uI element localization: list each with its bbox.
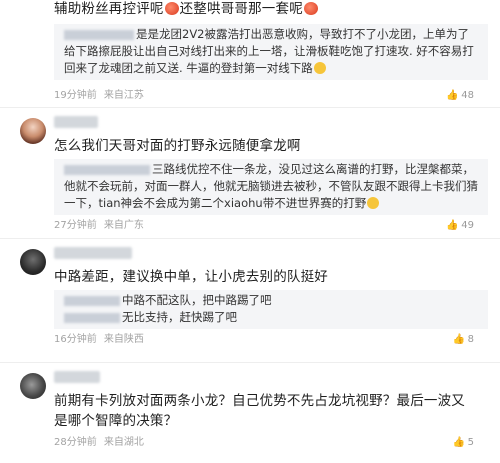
like-button[interactable]: 👍 5	[453, 435, 474, 451]
comment-time: 27分钟前	[54, 220, 97, 231]
quoted-username	[64, 312, 120, 323]
quoted-reply-line: 无比支持，赶快踢了吧	[64, 309, 480, 326]
quoted-reply[interactable]: 三路线优控不住一条龙，没见过这么离谱的打野，比涅槃都菜，他就不会玩前，对面一群人…	[54, 159, 488, 215]
comment-region: 来自广东	[103, 220, 144, 231]
thumbs-up-icon: 👍	[446, 90, 459, 101]
thumbs-up-icon: 👍	[452, 334, 466, 345]
like-button[interactable]: 👍 8	[453, 332, 474, 348]
comment-text: 辅助粉丝再控评呢 还整哄哥哥那一套呢	[54, 0, 488, 19]
avatar[interactable]	[20, 373, 46, 399]
blush-face-icon	[303, 2, 318, 15]
comment-text: 中路差距，建议换中单，让小虎去别的队挺好	[54, 269, 328, 285]
quoted-reply-line: 中路不配这队，把中路踢了吧	[64, 292, 480, 309]
like-button[interactable]: 👍 49	[446, 218, 474, 234]
comment-item: 前期有卡列放对面两条小龙？自己优势不先占龙坑视野？最后一波又是哪个智障的决策？ …	[0, 363, 500, 463]
blush-face-icon	[164, 2, 179, 15]
comment-text-part: 辅助粉丝再控评呢	[54, 1, 164, 17]
comment-username[interactable]	[54, 371, 100, 383]
like-count: 49	[461, 220, 474, 231]
like-button[interactable]: 👍 48	[446, 88, 474, 104]
comment-username[interactable]	[54, 116, 98, 128]
quoted-reply-text: 无比支持，赶快踢了吧	[122, 310, 237, 324]
comment-text: 怎么我们天哥对面的打野永远随便拿龙啊	[54, 138, 301, 154]
quoted-username	[64, 29, 134, 40]
comment-time: 28分钟前	[54, 437, 97, 448]
thumbs-up-icon: 👍	[452, 437, 466, 448]
comment-item: 怎么我们天哥对面的打野永远随便拿龙啊 三路线优控不住一条龙，没见过这么离谱的打野…	[0, 108, 500, 239]
comment-meta: 19分钟前 来自江苏 👍 48	[54, 88, 488, 104]
comment-meta: 27分钟前 来自广东 👍 49	[54, 218, 488, 234]
comment-text-part: 还整哄哥哥那一套呢	[179, 1, 303, 17]
comment-meta: 16分钟前 来自陕西 👍 8	[54, 332, 488, 348]
quoted-username	[64, 164, 150, 175]
quoted-reply[interactable]: 是是龙团2V2被露浩打出恶意收购，导致打不了小龙团，上单为了给下路擦屁股让出自己…	[54, 24, 488, 80]
comment-text: 前期有卡列放对面两条小龙？自己优势不先占龙坑视野？最后一波又是哪个智障的决策？	[54, 393, 465, 429]
grin-face-icon	[367, 197, 380, 209]
quoted-reply[interactable]: 中路不配这队，把中路踢了吧 无比支持，赶快踢了吧	[54, 290, 488, 329]
comment-region: 来自陕西	[103, 334, 144, 345]
avatar[interactable]	[20, 118, 46, 144]
comment-username[interactable]	[54, 247, 132, 259]
comment-region: 来自江苏	[103, 90, 144, 101]
comment-time: 19分钟前	[54, 90, 97, 101]
like-count: 5	[467, 437, 474, 448]
comment-item: 辅助粉丝再控评呢 还整哄哥哥那一套呢 是是龙团2V2被露浩打出恶意收购，导致打不了…	[0, 0, 500, 108]
like-count: 48	[461, 90, 474, 101]
avatar[interactable]	[20, 249, 46, 275]
thumbs-up-icon: 👍	[446, 220, 459, 231]
comment-time: 16分钟前	[54, 334, 97, 345]
quoted-username	[64, 295, 120, 306]
comment-region: 来自湖北	[103, 437, 144, 448]
quoted-reply-text: 中路不配这队，把中路踢了吧	[122, 293, 272, 307]
grin-face-icon	[313, 62, 326, 74]
like-count: 8	[467, 334, 474, 345]
comment-item: 中路差距，建议换中单，让小虎去别的队挺好 中路不配这队，把中路踢了吧 无比支持，…	[0, 239, 500, 363]
comment-meta: 28分钟前 来自湖北 👍 5	[54, 435, 488, 451]
